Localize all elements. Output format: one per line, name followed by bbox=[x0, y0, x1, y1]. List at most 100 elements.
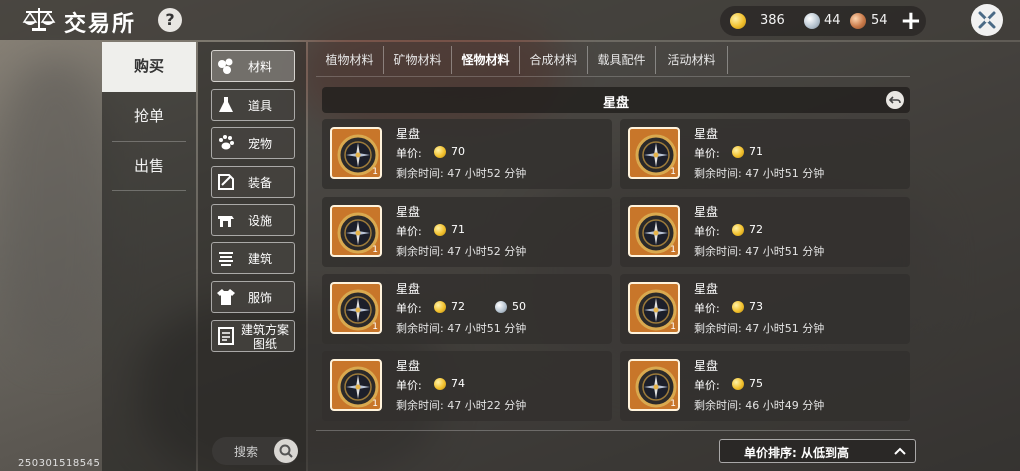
back-button[interactable] bbox=[886, 91, 904, 109]
category-items[interactable]: 道具 bbox=[211, 89, 295, 121]
time-remaining: 剩余时间: 47 小时52 分钟 bbox=[396, 167, 527, 180]
category-label: 宠物 bbox=[248, 137, 273, 151]
category-label: 建筑 bbox=[248, 252, 273, 266]
unit-price-value: 74 bbox=[451, 377, 465, 390]
close-button[interactable] bbox=[971, 4, 1003, 36]
item-name: 星盘 bbox=[396, 359, 421, 373]
close-icon bbox=[978, 11, 996, 29]
item-name: 星盘 bbox=[694, 205, 719, 219]
nav-divider bbox=[112, 190, 186, 191]
item-quantity: 1 bbox=[670, 322, 676, 332]
blueprint-icon bbox=[216, 326, 236, 346]
search-input[interactable]: 搜索 bbox=[234, 443, 258, 460]
gold-coin-icon bbox=[730, 13, 746, 29]
category-materials[interactable]: 材料 bbox=[211, 50, 295, 82]
item-subheader: 星盘 bbox=[322, 87, 910, 113]
search-bar[interactable]: 搜索 bbox=[212, 437, 298, 465]
category-blueprints[interactable]: 建筑方案 图纸 bbox=[211, 320, 295, 352]
unit-price-value: 72 bbox=[451, 300, 465, 313]
category-label: 装备 bbox=[248, 176, 273, 190]
astrolabe-icon: 1 bbox=[330, 205, 382, 257]
gold-coin-icon bbox=[434, 378, 446, 390]
category-equipment[interactable]: 装备 bbox=[211, 166, 295, 198]
unit-price-value: 71 bbox=[749, 145, 763, 158]
main-nav-grab-order[interactable]: 抢单 bbox=[102, 92, 196, 140]
astrolabe-icon: 1 bbox=[330, 127, 382, 179]
materials-icon bbox=[216, 56, 236, 76]
tab-plant-materials[interactable]: 植物材料 bbox=[316, 46, 384, 74]
main-nav-buy[interactable]: 购买 bbox=[102, 42, 196, 92]
tab-event-materials[interactable]: 活动材料 bbox=[656, 46, 728, 74]
category-buildings[interactable]: 建筑 bbox=[211, 242, 295, 274]
equipment-icon bbox=[216, 172, 236, 192]
copper-coin-icon bbox=[850, 13, 866, 29]
astrolabe-icon: 1 bbox=[330, 359, 382, 411]
unit-price-label: 单价: bbox=[396, 225, 422, 238]
sort-dropdown[interactable]: 单价排序: 从低到高 bbox=[719, 439, 916, 463]
unit-price-label: 单价: bbox=[396, 147, 422, 160]
main-nav: 购买 抢单 出售 bbox=[102, 42, 196, 471]
gold-coin-icon bbox=[732, 224, 744, 236]
unit-price-label: 单价: bbox=[694, 379, 720, 392]
listing-card[interactable]: 1 星盘 单价: 70 剩余时间: 47 小时52 分钟 bbox=[322, 119, 612, 189]
time-remaining: 剩余时间: 47 小时51 分钟 bbox=[396, 322, 527, 335]
astrolabe-icon: 1 bbox=[628, 127, 680, 179]
gold-amount: 386 bbox=[760, 13, 785, 28]
category-label: 材料 bbox=[248, 60, 273, 74]
category-label: 设施 bbox=[248, 214, 273, 228]
sort-label: 单价排序: 从低到高 bbox=[744, 446, 849, 460]
listing-card[interactable]: 1 星盘 单价: 73 剩余时间: 47 小时51 分钟 bbox=[620, 274, 910, 344]
category-label-line1: 建筑方案 bbox=[240, 323, 289, 337]
category-clothing[interactable]: 服饰 bbox=[211, 281, 295, 313]
paw-icon bbox=[216, 133, 236, 153]
main-nav-sell[interactable]: 出售 bbox=[102, 142, 196, 190]
item-name: 星盘 bbox=[396, 282, 421, 296]
tab-monster-materials[interactable]: 怪物材料 bbox=[452, 46, 520, 74]
time-remaining: 剩余时间: 47 小时52 分钟 bbox=[396, 245, 527, 258]
astrolabe-icon: 1 bbox=[628, 205, 680, 257]
category-label: 道具 bbox=[248, 99, 273, 113]
silver-coin-icon bbox=[495, 301, 507, 313]
add-currency-button[interactable]: + bbox=[900, 8, 922, 34]
unit-price-label: 单价: bbox=[694, 302, 720, 315]
unit-price-value: 70 bbox=[451, 145, 465, 158]
listing-card[interactable]: 1 星盘 单价: 72 剩余时间: 47 小时51 分钟 bbox=[620, 197, 910, 267]
listing-card[interactable]: 1 星盘 单价: 71 剩余时间: 47 小时51 分钟 bbox=[620, 119, 910, 189]
listing-card[interactable]: 1 星盘 单价: 71 剩余时间: 47 小时52 分钟 bbox=[322, 197, 612, 267]
header-bar: 交易所 ? 386 44 54 + bbox=[0, 0, 1020, 40]
unit-price-value: 73 bbox=[749, 300, 763, 313]
facility-icon bbox=[216, 210, 236, 230]
alt-price-value: 50 bbox=[512, 300, 526, 313]
astrolabe-icon: 1 bbox=[628, 282, 680, 334]
listing-card[interactable]: 1 星盘 单价: 72 50 剩余时间: 47 小时51 分钟 bbox=[322, 274, 612, 344]
item-quantity: 1 bbox=[372, 245, 378, 255]
help-button[interactable]: ? bbox=[158, 8, 182, 32]
astrolabe-icon: 1 bbox=[330, 282, 382, 334]
category-facilities[interactable]: 设施 bbox=[211, 204, 295, 236]
tab-vehicle-parts[interactable]: 载具配件 bbox=[588, 46, 656, 74]
tab-mineral-materials[interactable]: 矿物材料 bbox=[384, 46, 452, 74]
unit-price-value: 72 bbox=[749, 223, 763, 236]
item-quantity: 1 bbox=[670, 245, 676, 255]
category-label: 服饰 bbox=[248, 291, 273, 305]
building-icon bbox=[216, 248, 236, 268]
gold-coin-icon bbox=[732, 301, 744, 313]
item-title: 星盘 bbox=[602, 96, 629, 111]
listing-card[interactable]: 1 星盘 单价: 75 剩余时间: 46 小时49 分钟 bbox=[620, 351, 910, 421]
tab-synthesis-materials[interactable]: 合成材料 bbox=[520, 46, 588, 74]
category-label-line2: 图纸 bbox=[252, 337, 277, 351]
unit-price-label: 单价: bbox=[396, 379, 422, 392]
listing-card[interactable]: 1 星盘 单价: 74 剩余时间: 47 小时22 分钟 bbox=[322, 351, 612, 421]
chevron-up-icon bbox=[894, 447, 906, 455]
silver-amount: 44 bbox=[824, 13, 841, 28]
category-pets[interactable]: 宠物 bbox=[211, 127, 295, 159]
item-quantity: 1 bbox=[670, 167, 676, 177]
search-button[interactable] bbox=[274, 439, 298, 463]
currency-bar: 386 44 54 + bbox=[720, 6, 926, 36]
item-name: 星盘 bbox=[396, 205, 421, 219]
time-remaining: 剩余时间: 47 小时51 分钟 bbox=[694, 167, 825, 180]
time-remaining: 剩余时间: 47 小时51 分钟 bbox=[694, 322, 825, 335]
time-remaining: 剩余时间: 47 小时51 分钟 bbox=[694, 245, 825, 258]
category-panel: 材料 道具 宠物 装备 设施 建筑 服饰 建筑方案 图纸 bbox=[198, 42, 306, 471]
scales-icon bbox=[22, 6, 56, 34]
